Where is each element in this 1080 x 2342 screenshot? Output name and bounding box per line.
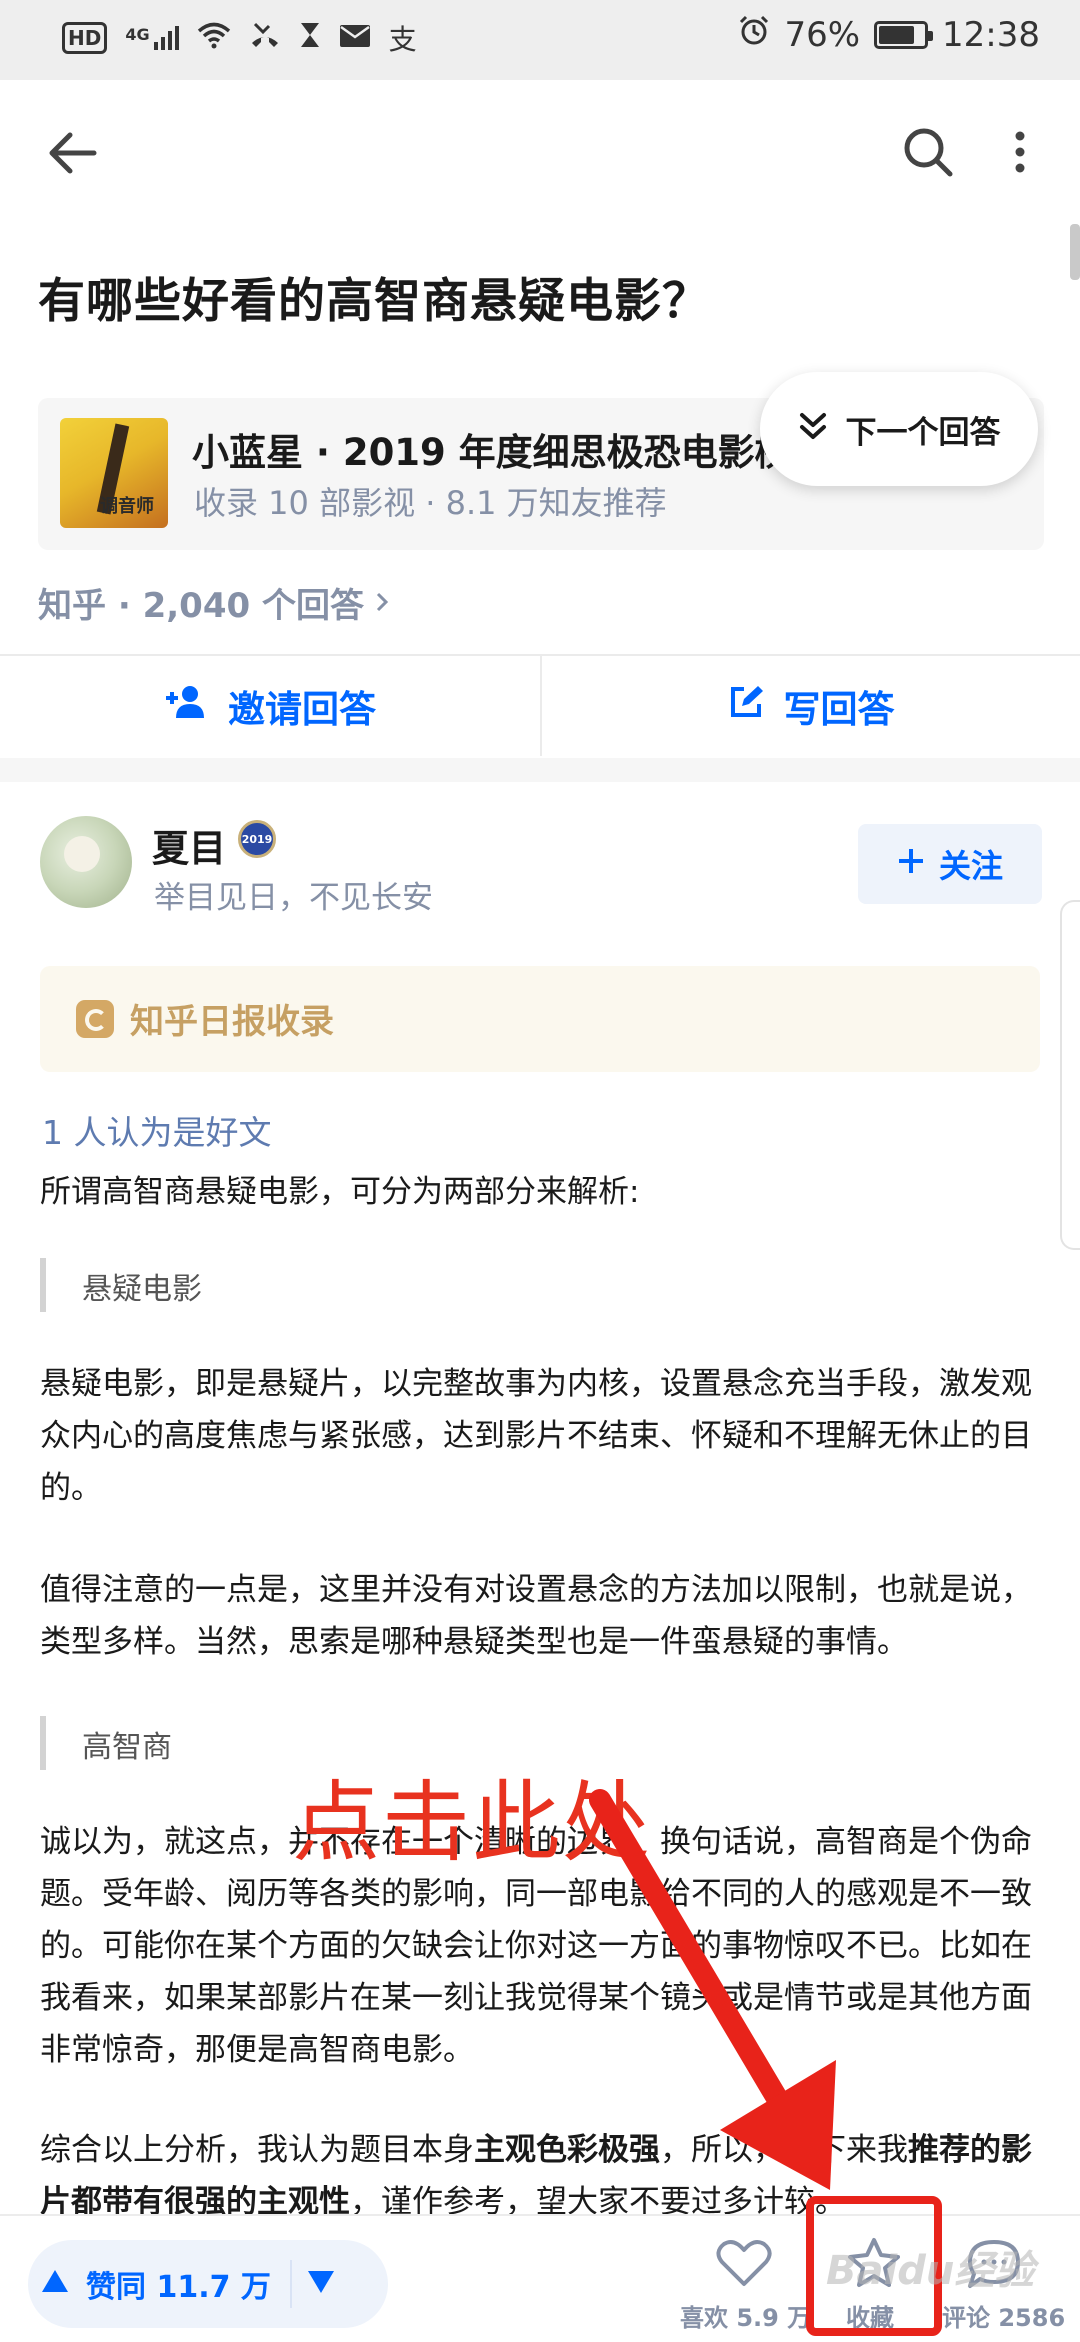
quote-heading: 悬疑电影: [82, 1272, 202, 1307]
signal-4g-icon: 4G: [125, 25, 179, 51]
scrollbar-thumb[interactable]: [1070, 224, 1080, 280]
write-answer-button[interactable]: 写回答: [542, 656, 1080, 756]
hd-badge: HD: [62, 22, 108, 54]
author-badge: 2019: [238, 820, 276, 858]
zhihu-daily-label: 知乎日报收录: [130, 1002, 334, 1042]
avatar[interactable]: [40, 816, 132, 908]
question-title[interactable]: 有哪些好看的高智商悬疑电影？: [38, 262, 710, 331]
plus-icon: [897, 845, 925, 883]
article-paragraph: 悬疑电影，即是悬疑片，以完整故事为内核，设置悬念充当手段，激发观众内心的高度焦虑…: [40, 1366, 1032, 1506]
missed-call-icon: [249, 21, 281, 56]
double-chevron-down-icon: [798, 411, 828, 447]
next-answer-button[interactable]: 下一个回答: [760, 372, 1038, 486]
like-label: 喜欢 5.9 万: [680, 2304, 812, 2332]
next-answer-label: 下一个回答: [845, 414, 1001, 451]
section-separator: [0, 758, 1080, 782]
upvote-triangle-icon: [40, 2267, 70, 2302]
collection-poster: 调音师: [60, 418, 168, 528]
alarm-icon: [738, 14, 770, 55]
like-button[interactable]: 喜欢 5.9 万: [676, 2228, 811, 2338]
downvote-triangle-icon: [306, 2269, 336, 2299]
quote-heading: 高智商: [82, 1730, 172, 1765]
article-paragraph: 值得注意的一点是，这里并没有对设置悬念的方法加以限制，也就是说，类型多样。当然，…: [40, 1572, 1032, 1660]
watermark: Baidu经验: [826, 2248, 1035, 2294]
good-article-count[interactable]: 1 人认为是好文: [42, 1106, 272, 1154]
follow-button[interactable]: 关注: [858, 824, 1042, 904]
network-type: 4G: [125, 25, 150, 44]
side-drawer-handle[interactable]: [1060, 900, 1080, 1250]
annotation-text: 点击此处: [292, 1771, 653, 1874]
article-paragraph: 所谓高智商悬疑电影，可分为两部分来解析:: [40, 1174, 640, 1210]
status-bar-left: HD 4G 支: [62, 18, 417, 58]
quote-bar: [40, 1258, 46, 1312]
search-icon[interactable]: [898, 122, 958, 182]
comment-label: 评论 2586: [942, 2304, 1066, 2332]
author-name[interactable]: 夏目: [152, 818, 226, 872]
edit-icon: [728, 684, 764, 729]
bold-text: 主观色彩极强: [474, 2132, 660, 2168]
text-run: 综合以上分析，我认为题目本身: [40, 2132, 474, 2168]
battery-percent: 76%: [784, 14, 861, 55]
follow-label: 关注: [938, 847, 1003, 885]
poster-title: 调音师: [100, 496, 154, 517]
upvote-button[interactable]: 赞同 11.7 万: [40, 2240, 271, 2328]
zhihu-daily-icon: [76, 1000, 114, 1038]
back-arrow-icon[interactable]: [44, 125, 100, 181]
invite-answer-button[interactable]: 邀请回答: [0, 656, 540, 756]
upvote-label: 赞同 11.7 万: [86, 2270, 271, 2305]
collection-subtitle: 收录 10 部影视 · 8.1 万知友推荐: [194, 484, 667, 522]
clock: 12:38: [942, 14, 1040, 55]
battery-icon: [874, 20, 934, 49]
wifi-icon: [197, 21, 231, 56]
heart-icon: [716, 2238, 772, 2292]
add-person-icon: [164, 684, 208, 729]
write-answer-label: 写回答: [783, 688, 895, 731]
alipay-icon: 支: [388, 23, 417, 56]
downvote-button[interactable]: [306, 2240, 336, 2328]
text-run: ，所以，接下来我: [660, 2132, 908, 2168]
author-bio: 举目见日，不见长安: [154, 880, 433, 916]
answer-count-text: 知乎 · 2,040 个回答: [38, 586, 364, 626]
answer-count-link[interactable]: 知乎 · 2,040 个回答: [38, 578, 390, 627]
chevron-right-icon: [374, 583, 390, 623]
hourglass-icon: [299, 21, 321, 56]
mail-icon: [339, 22, 371, 55]
invite-answer-label: 邀请回答: [228, 688, 376, 731]
divider: [290, 2260, 292, 2308]
more-options-icon[interactable]: [1000, 122, 1040, 182]
quote-bar: [40, 1716, 46, 1770]
collection-title[interactable]: 小蓝星 · 2019 年度细思极恐电影榜: [192, 422, 792, 476]
status-bar-right: 76% 12:38: [738, 14, 1040, 55]
